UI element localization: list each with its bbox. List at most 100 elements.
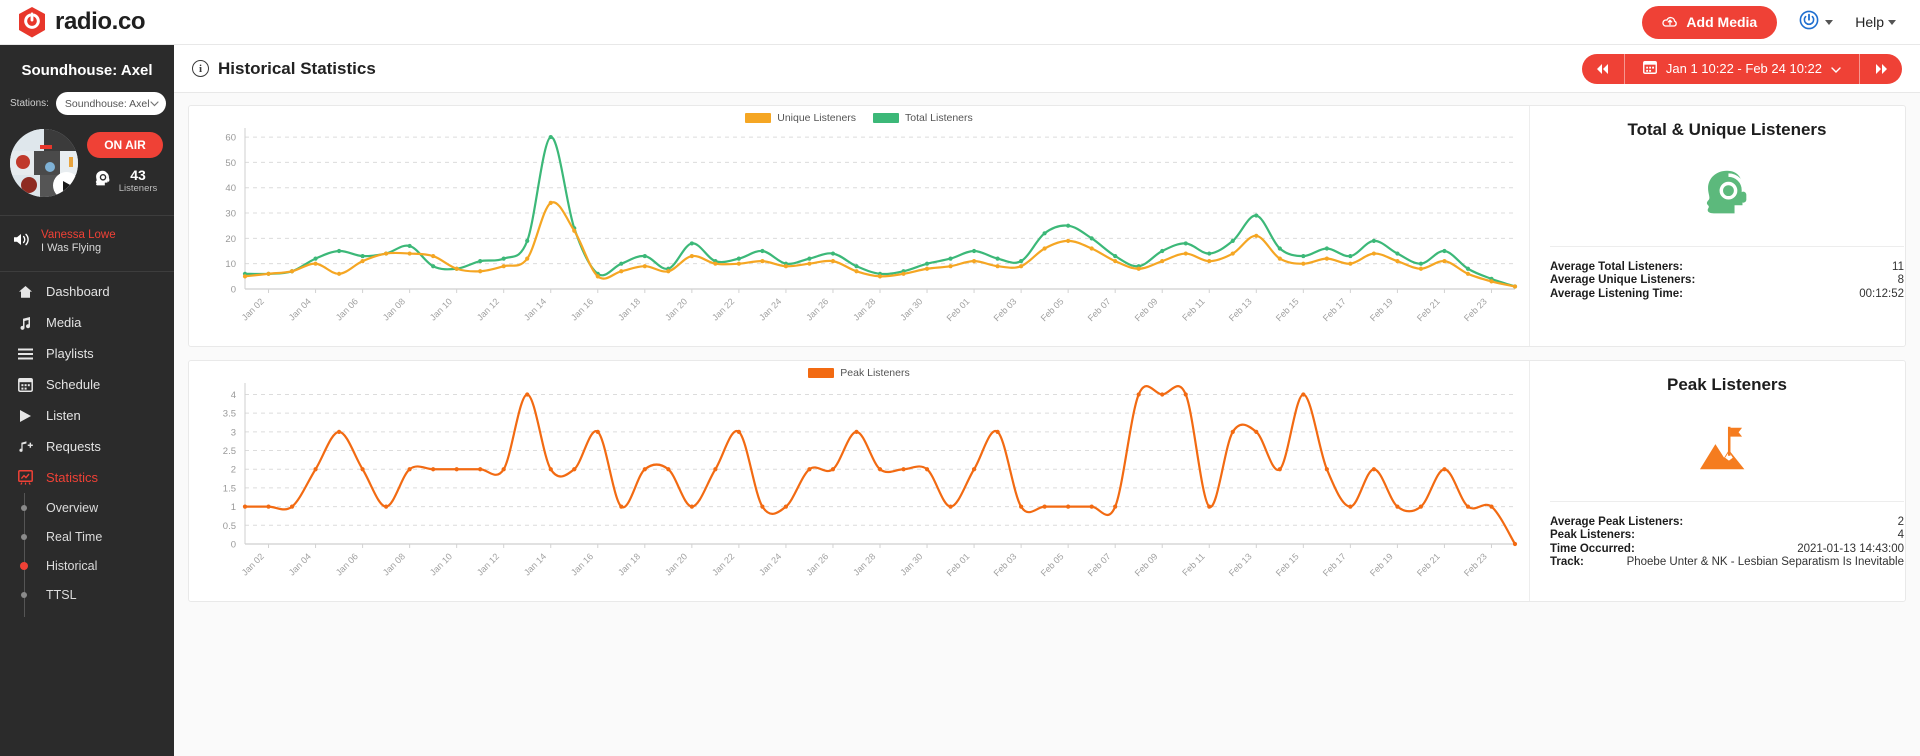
svg-text:Jan 18: Jan 18 [616,296,642,322]
date-range-prev-button[interactable] [1582,54,1624,84]
calendar-icon [18,377,33,393]
add-media-label: Add Media [1686,14,1758,30]
head-headphones-icon [93,169,112,193]
panel-peak-listeners: Peak Listeners Average Peak Listeners: 2 [1529,361,1920,601]
play-button[interactable] [53,172,78,197]
date-range-value-button[interactable]: Jan 1 10:22 - Feb 24 10:22 [1625,60,1859,77]
station-artwork [10,129,78,197]
now-playing: Vanessa Lowe I Was Flying [0,216,174,269]
sidebar-item-dashboard[interactable]: Dashboard [0,276,174,307]
svg-text:Jan 06: Jan 06 [334,296,360,322]
calendar-icon [1642,60,1657,77]
legend-item-total-listeners[interactable]: Total Listeners [873,112,973,124]
stat-key: Average Listening Time: [1550,287,1683,300]
svg-text:Feb 17: Feb 17 [1321,551,1348,578]
card-total-unique-listeners: Unique Listeners Total Listeners 0 10 20 30… [188,105,1906,347]
chevron-down-icon [1825,19,1834,25]
sidebar-item-playlists[interactable]: Playlists [0,338,174,369]
list-icon [18,348,33,360]
chart1-svg[interactable]: 0 10 20 30 40 50 60 Jan 02 Jan 04 Jan 06 Jan 08 Jan… [189,116,1529,341]
card-peak-listeners: Peak Listeners 0 0.5 1 1.5 2 2.5 3 3.5 4 Jan 02 Ja… [188,360,1906,602]
music-note-icon [18,316,33,330]
sidebar-item-label: Listen [46,408,81,424]
legend-swatch [745,113,772,123]
sidebar-item-schedule[interactable]: Schedule [0,369,174,400]
legend-swatch [808,368,835,378]
svg-text:Jan 16: Jan 16 [569,296,595,322]
svg-text:Jan 04: Jan 04 [287,296,313,322]
stat-key: Track: [1550,555,1584,568]
legend-item-peak-listeners[interactable]: Peak Listeners [808,367,910,379]
legend-item-unique-listeners[interactable]: Unique Listeners [745,112,856,124]
stat-value: 2 [1897,516,1904,528]
brand-logo[interactable]: radio.co [18,6,146,38]
svg-text:Feb 09: Feb 09 [1133,296,1160,323]
stat-key: Peak Listeners: [1550,529,1636,542]
now-playing-track: I Was Flying [41,242,102,255]
svg-text:4: 4 [231,390,236,401]
top-bar-actions: Add Media Help [1642,5,1896,39]
panel-total-unique-listeners: Total & Unique Listeners Average Total L… [1529,106,1920,346]
svg-text:Jan 12: Jan 12 [475,551,501,577]
svg-text:Feb 13: Feb 13 [1227,551,1254,578]
svg-text:Jan 08: Jan 08 [381,296,407,322]
music-add-icon [18,440,33,454]
listeners-count-block: 43 Listeners [119,168,158,194]
sidebar-subitem-label: TTSL [46,587,77,602]
date-range-picker: Jan 1 10:22 - Feb 24 10:22 [1581,53,1902,84]
chevron-down-icon [1831,61,1841,76]
sidebar-item-label: Requests [46,439,101,455]
svg-text:0: 0 [231,540,236,551]
chart2-svg[interactable]: 0 0.5 1 1.5 2 2.5 3 3.5 4 Jan 02 Jan 04 Jan 06 Jan 0… [189,371,1529,596]
svg-text:40: 40 [225,183,236,194]
bullet-icon [21,591,27,598]
sidebar-item-media[interactable]: Media [0,307,174,338]
sidebar-subitem-label: Historical [46,558,98,573]
listeners-label: Listeners [118,182,158,194]
svg-text:Feb 23: Feb 23 [1462,296,1489,323]
svg-text:0: 0 [231,285,236,296]
add-media-button[interactable]: Add Media [1642,5,1778,39]
sidebar-item-historical[interactable]: Historical [18,551,174,580]
listeners-row: 43 Listeners [93,168,158,194]
on-air-button[interactable]: ON AIR [87,132,163,159]
mountain-flag-icon [1550,403,1904,495]
svg-text:Jan 14: Jan 14 [522,296,548,322]
svg-text:Jan 26: Jan 26 [804,551,830,577]
play-icon [18,409,33,423]
station-select[interactable]: Soundhouse: Axel [55,92,166,115]
svg-text:Jan 26: Jan 26 [804,296,830,322]
info-icon[interactable]: i [192,60,209,77]
cards-container: Unique Listeners Total Listeners 0 10 20 30… [174,93,1920,602]
help-menu[interactable]: Help [1855,14,1896,30]
date-range-next-button[interactable] [1860,54,1902,84]
on-air-label: ON AIR [104,138,146,153]
power-icon [1799,10,1819,35]
svg-text:Feb 21: Feb 21 [1415,551,1442,578]
sidebar-item-requests[interactable]: Requests [0,431,174,462]
bullet-icon [21,504,27,511]
sidebar-item-listen[interactable]: Listen [0,400,174,431]
stat-row: Average Peak Listeners: 2 [1550,516,1904,529]
sidebar-item-ttsl[interactable]: TTSL [18,580,174,609]
svg-text:Feb 01: Feb 01 [945,296,972,323]
svg-text:Jan 18: Jan 18 [616,551,642,577]
panel-stats: Average Total Listeners: 11 Average Uniq… [1550,261,1904,301]
svg-text:Feb 13: Feb 13 [1227,296,1254,323]
stat-key: Average Peak Listeners: [1550,516,1684,528]
stations-label: Stations: [10,98,49,109]
power-menu[interactable] [1799,10,1834,35]
svg-text:Jan 22: Jan 22 [710,296,736,322]
stat-value: 00:12:52 [1859,287,1904,300]
sidebar-item-statistics[interactable]: Statistics [0,462,174,493]
sidebar-item-overview[interactable]: Overview [18,493,174,522]
svg-text:Jan 20: Jan 20 [663,551,689,577]
svg-text:Jan 28: Jan 28 [851,296,877,322]
station-select-value: Soundhouse: Axel [64,97,150,110]
sidebar-item-real-time[interactable]: Real Time [18,522,174,551]
panel-title: Peak Listeners [1666,375,1787,394]
svg-text:Feb 03: Feb 03 [992,296,1019,323]
svg-text:Feb 23: Feb 23 [1462,551,1489,578]
sidebar-subnav-statistics: Overview Real Time Historical TTSL [0,493,174,618]
panel-divider [1550,501,1904,502]
